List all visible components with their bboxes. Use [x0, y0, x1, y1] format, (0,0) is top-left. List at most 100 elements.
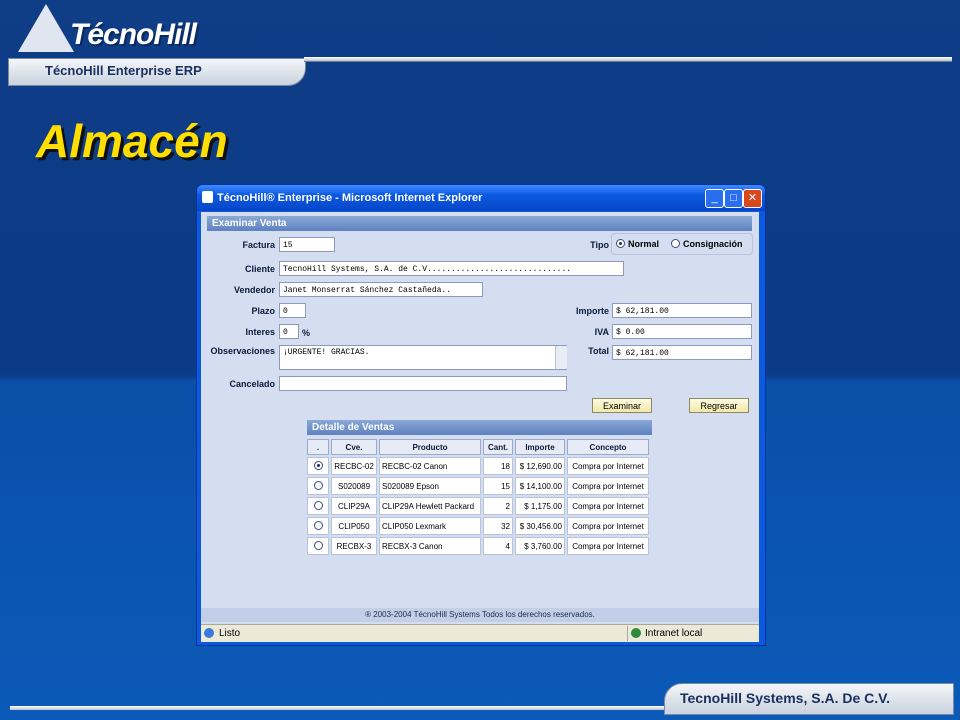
cell-importe: $ 12,690.00 — [515, 457, 565, 475]
window-titlebar: TécnoHill® Enterprise - Microsoft Intern… — [197, 185, 765, 211]
brand-logo: TécnoHill — [70, 18, 197, 51]
column-header: . — [307, 439, 329, 455]
logo-triangle-icon — [18, 4, 74, 52]
cell-cant: 18 — [483, 457, 513, 475]
cell-concepto: Compra por Internet — [567, 477, 649, 495]
row-select-cell — [307, 517, 329, 535]
factura-label: Factura — [242, 240, 275, 250]
footer-company: TecnoHill Systems, S.A. De C.V. — [680, 690, 891, 706]
column-header: Producto — [379, 439, 481, 455]
close-button[interactable]: ✕ — [743, 189, 762, 208]
table-row[interactable]: CLIP29A CLIP29A Hewlett Packard 2 $ 1,175.0… — [307, 497, 649, 515]
cell-concepto: Compra por Internet — [567, 457, 649, 475]
cell-concepto: Compra por Internet — [567, 517, 649, 535]
minimize-button[interactable]: _ — [705, 189, 724, 208]
page-icon — [204, 628, 214, 638]
vendedor-field[interactable]: Janet Monserrat Sánchez Castañeda.. — [279, 282, 483, 297]
table-row[interactable]: RECBC-02 RECBC-02 Canon 18 $ 12,690.00 Compr… — [307, 457, 649, 475]
tipo-normal-radio[interactable] — [616, 239, 625, 248]
cell-cve: S020089 — [331, 477, 377, 495]
cliente-field[interactable]: TecnoHill Systems, S.A. de C.V..........… — [279, 261, 624, 276]
cell-importe: $ 1,175.00 — [515, 497, 565, 515]
tipo-consignacion-radio[interactable] — [671, 239, 680, 248]
importe-label: Importe — [575, 306, 609, 316]
row-select-radio[interactable] — [313, 500, 323, 510]
cancelado-label: Cancelado — [229, 379, 275, 389]
regresar-button[interactable]: Regresar — [689, 398, 749, 413]
row-select-radio[interactable] — [313, 520, 323, 530]
tipo-normal-label: Normal — [628, 239, 660, 249]
cell-producto: RECBX-3 Canon — [379, 537, 481, 555]
observaciones-textarea[interactable]: ¡URGENTE! GRACIAS. — [279, 345, 567, 370]
tipo-label: Tipo — [590, 240, 609, 250]
row-select-cell — [307, 537, 329, 555]
importe-field[interactable]: $ 62,181.00 — [612, 303, 752, 318]
plazo-field[interactable]: 0 — [279, 303, 306, 318]
detalle-ventas-table: . Cve. Producto Cant. Importe Concepto R… — [305, 437, 651, 557]
interes-field[interactable]: 0 — [279, 324, 299, 339]
intranet-globe-icon — [631, 628, 641, 638]
status-bar: Listo Intranet local — [201, 624, 759, 642]
cell-importe: $ 30,456.00 — [515, 517, 565, 535]
page-content: Examinar Venta Factura 15 Tipo Normal Co… — [201, 212, 759, 624]
status-text: Listo — [219, 628, 241, 639]
row-select-cell — [307, 457, 329, 475]
detalle-ventas-table-wrap: . Cve. Producto Cant. Importe Concepto R… — [305, 437, 655, 557]
cancelado-field[interactable] — [279, 376, 567, 391]
cell-importe: $ 3,760.00 — [515, 537, 565, 555]
cell-producto: RECBC-02 Canon — [379, 457, 481, 475]
cell-cve: RECBC-02 — [331, 457, 377, 475]
header-divider — [304, 57, 952, 62]
copyright-footer: ® 2003-2004 TécnoHill Systems Todos los … — [201, 608, 759, 622]
column-header: Importe — [515, 439, 565, 455]
ie-icon — [202, 191, 213, 203]
page-title: Almacén — [36, 115, 228, 167]
row-select-cell — [307, 497, 329, 515]
cell-concepto: Compra por Internet — [567, 537, 649, 555]
cell-cve: CLIP29A — [331, 497, 377, 515]
table-header-row: . Cve. Producto Cant. Importe Concepto — [307, 439, 649, 455]
column-header: Concepto — [567, 439, 649, 455]
factura-field[interactable]: 15 — [279, 237, 335, 252]
plazo-label: Plazo — [251, 306, 275, 316]
column-header: Cant. — [483, 439, 513, 455]
iva-field[interactable]: $ 0.00 — [612, 324, 752, 339]
examinar-venta-header: Examinar Venta — [207, 216, 752, 231]
cell-cant: 32 — [483, 517, 513, 535]
window-title: TécnoHill® Enterprise - Microsoft Intern… — [217, 192, 483, 204]
tipo-consignacion-label: Consignación — [683, 239, 743, 249]
cliente-label: Cliente — [244, 264, 275, 274]
iva-label: IVA — [594, 327, 609, 337]
vendedor-label: Vendedor — [233, 285, 275, 295]
table-row[interactable]: S020089 S020089 Epson 15 $ 14,100.00 Compra … — [307, 477, 649, 495]
status-divider — [627, 626, 628, 641]
row-select-radio[interactable] — [313, 460, 323, 470]
table-row[interactable]: CLIP050 CLIP050 Lexmark 32 $ 30,456.00 Compr… — [307, 517, 649, 535]
erp-label: TécnoHill Enterprise ERP — [45, 63, 202, 78]
interes-unit: % — [302, 328, 311, 338]
examinar-button[interactable]: Examinar — [592, 398, 652, 413]
observaciones-scrollbar[interactable] — [555, 346, 567, 369]
table-row[interactable]: RECBX-3 RECBX-3 Canon 4 $ 3,760.00 Compra po… — [307, 537, 649, 555]
cell-producto: CLIP29A Hewlett Packard — [379, 497, 481, 515]
zone-text: Intranet local — [645, 628, 703, 639]
cell-cve: CLIP050 — [331, 517, 377, 535]
total-field[interactable]: $ 62,181.00 — [612, 345, 752, 360]
interes-label: Interes — [245, 327, 275, 337]
cell-cant: 2 — [483, 497, 513, 515]
detalle-ventas-header: Detalle de Ventas — [307, 420, 652, 435]
maximize-button[interactable]: □ — [724, 189, 743, 208]
cell-concepto: Compra por Internet — [567, 497, 649, 515]
observaciones-label: Observaciones — [210, 346, 275, 356]
row-select-radio[interactable] — [313, 480, 323, 490]
row-select-radio[interactable] — [313, 540, 323, 550]
cell-cant: 15 — [483, 477, 513, 495]
column-header: Cve. — [331, 439, 377, 455]
footer-divider — [10, 706, 670, 710]
cell-cve: RECBX-3 — [331, 537, 377, 555]
row-select-cell — [307, 477, 329, 495]
cell-producto: CLIP050 Lexmark — [379, 517, 481, 535]
cell-cant: 4 — [483, 537, 513, 555]
cell-producto: S020089 Epson — [379, 477, 481, 495]
browser-window: TécnoHill® Enterprise - Microsoft Intern… — [196, 184, 766, 646]
